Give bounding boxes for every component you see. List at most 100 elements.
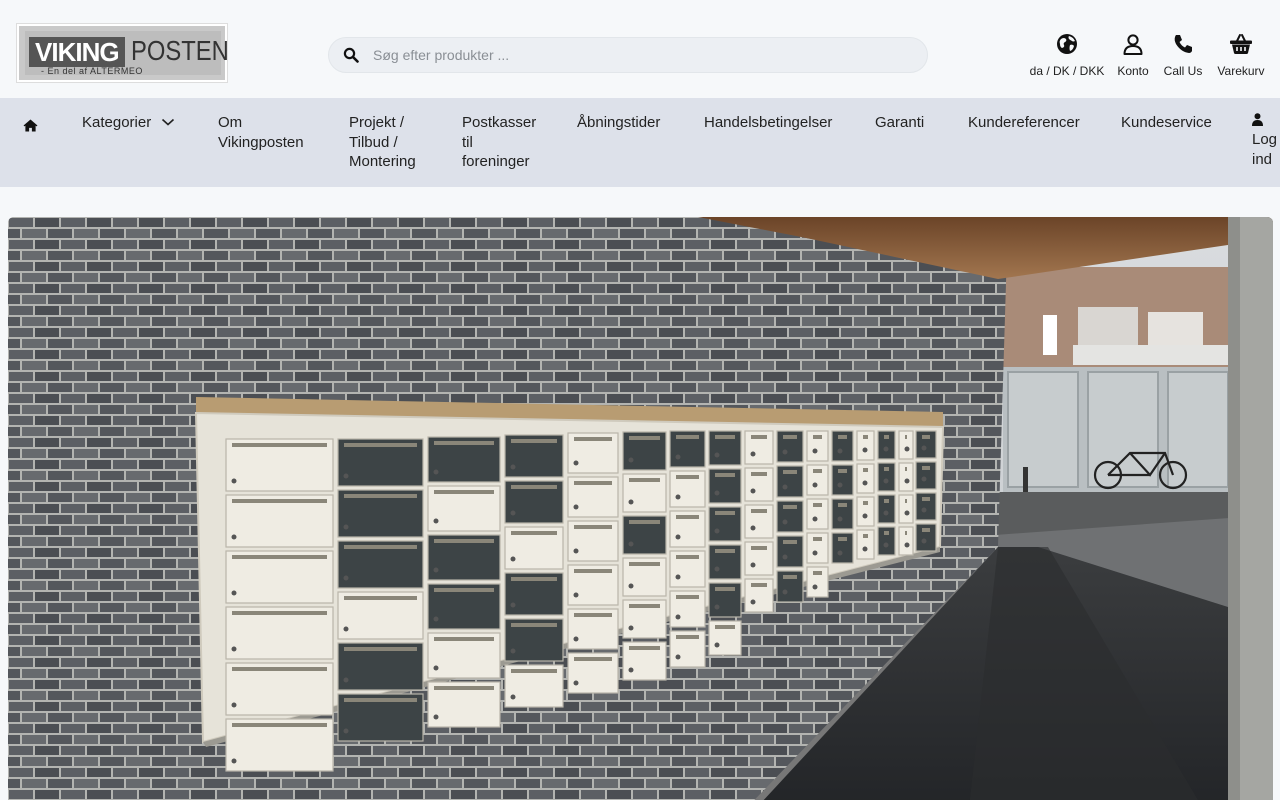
mailbox-lock: [782, 519, 788, 525]
mailbox-slot: [232, 667, 327, 671]
nav-abningstider[interactable]: Åbningstider: [577, 113, 660, 133]
nav-log-ind[interactable]: Log ind: [1252, 113, 1280, 169]
search-input[interactable]: [373, 38, 913, 72]
mailbox-lock: [714, 490, 720, 496]
site-header: VIKING POSTEN - En del af ALTERMEO da / …: [0, 0, 1280, 98]
nav-home[interactable]: [23, 115, 38, 135]
mailbox-lock: [343, 575, 349, 581]
mailbox-lock: [750, 562, 756, 568]
nav-kundeservice[interactable]: Kundeservice: [1121, 113, 1212, 133]
mailbox-lock: [343, 677, 349, 683]
mailbox-lock: [782, 484, 788, 490]
mailbox-lock: [904, 542, 910, 548]
mailbox-slot: [884, 467, 889, 471]
mailbox-slot: [629, 646, 660, 650]
mailbox-slot: [838, 503, 847, 507]
nav-kategorier[interactable]: Kategorier: [82, 113, 175, 133]
mailbox-lock: [343, 728, 349, 734]
mailbox-slot: [344, 494, 417, 498]
mailbox-slot: [863, 435, 868, 439]
mailbox-slot: [715, 435, 735, 439]
mailbox-lock: [883, 510, 889, 516]
account-label: Konto: [1117, 64, 1149, 78]
locale-selector[interactable]: da / DK / DKK: [1029, 32, 1105, 78]
mailbox-slot: [629, 562, 660, 566]
mailbox-slot: [344, 596, 417, 600]
logo-tagline: - En del af ALTERMEO: [41, 66, 143, 76]
mailbox-slot: [905, 499, 907, 503]
mailbox-lock: [714, 604, 720, 610]
mailbox-lock: [573, 504, 579, 510]
mailbox-slot: [751, 583, 767, 587]
mailbox-lock: [433, 714, 439, 720]
main-nav: Kategorier Om Vikingposten Projekt / Til…: [0, 98, 1280, 187]
globe-icon: [1057, 34, 1077, 54]
mailbox-slot: [838, 537, 847, 541]
logo-brand-right: POSTEN: [131, 35, 229, 66]
call-us-label: Call Us: [1163, 64, 1203, 78]
mailbox-lock: [675, 454, 681, 460]
mailbox-lock: [628, 583, 634, 589]
nav-postkasser-til-foreninger[interactable]: Postkasser til foreninger: [462, 113, 542, 172]
mailbox-slot: [574, 569, 612, 573]
mailbox-lock: [510, 694, 516, 700]
mailbox-slot: [922, 466, 930, 470]
mailbox-slot: [232, 555, 327, 559]
mailbox-lock: [921, 445, 927, 451]
mailbox-lock: [837, 482, 843, 488]
mailbox-lock: [782, 554, 788, 560]
mailbox-lock: [433, 518, 439, 524]
account-link[interactable]: Konto: [1117, 32, 1149, 78]
mailbox-slot: [574, 613, 612, 617]
nav-kategorier-label: Kategorier: [82, 114, 152, 131]
mailbox-slot: [574, 437, 612, 441]
mailbox-lock: [231, 702, 237, 708]
mailbox-lock: [812, 448, 818, 454]
mailbox-slot: [813, 469, 822, 473]
mailbox-slot: [884, 435, 889, 439]
mailbox-lock: [714, 566, 720, 572]
phone-icon: [1174, 35, 1192, 53]
mailbox-lock: [883, 478, 889, 484]
mailbox-slot: [232, 611, 327, 615]
mailbox-lock: [628, 541, 634, 547]
cart-link[interactable]: Varekurv: [1216, 32, 1266, 78]
mailbox-lock: [343, 524, 349, 530]
mailbox-lock: [862, 480, 868, 486]
mailbox-slot: [676, 475, 699, 479]
mailbox-slot: [344, 647, 417, 651]
mailbox-slot: [751, 472, 767, 476]
mailbox-lock: [750, 525, 756, 531]
mailbox-slot: [344, 545, 417, 549]
nav-kundereferencer[interactable]: Kundereferencer: [968, 113, 1080, 133]
mailbox-slot: [715, 625, 735, 629]
call-us-link[interactable]: Call Us: [1163, 32, 1203, 78]
mailbox-slot: [574, 481, 612, 485]
mailbox-lock: [510, 602, 516, 608]
mailbox-lock: [837, 516, 843, 522]
mailbox-lock: [231, 646, 237, 652]
mailbox-lock: [231, 590, 237, 596]
mailbox-slot: [863, 501, 868, 505]
nav-garanti[interactable]: Garanti: [875, 113, 924, 133]
mailbox-lock: [433, 616, 439, 622]
mailbox-slot: [629, 436, 660, 440]
mailbox-slot: [922, 435, 930, 439]
nav-handelsbetingelser[interactable]: Handelsbetingelser: [704, 113, 832, 133]
mailbox-lock: [343, 626, 349, 632]
mailbox-slot: [676, 595, 699, 599]
nav-projekt-tilbud-montering[interactable]: Projekt / Tilbud / Montering: [349, 113, 429, 172]
vikingposten-logo[interactable]: VIKING POSTEN - En del af ALTERMEO: [17, 24, 229, 82]
mailbox-lock: [921, 538, 927, 544]
mailbox-slot: [863, 468, 868, 472]
cart-label: Varekurv: [1217, 64, 1265, 78]
mailbox-slot: [629, 604, 660, 608]
mailbox-lock: [812, 482, 818, 488]
mailbox-lock: [231, 534, 237, 540]
search-icon[interactable]: [343, 47, 359, 63]
mailbox-slot: [783, 540, 797, 544]
nav-om-vikingposten[interactable]: Om Vikingposten: [218, 113, 318, 152]
mailbox-slot: [434, 490, 494, 494]
mailbox-lock: [782, 589, 788, 595]
mailbox-lock: [750, 599, 756, 605]
